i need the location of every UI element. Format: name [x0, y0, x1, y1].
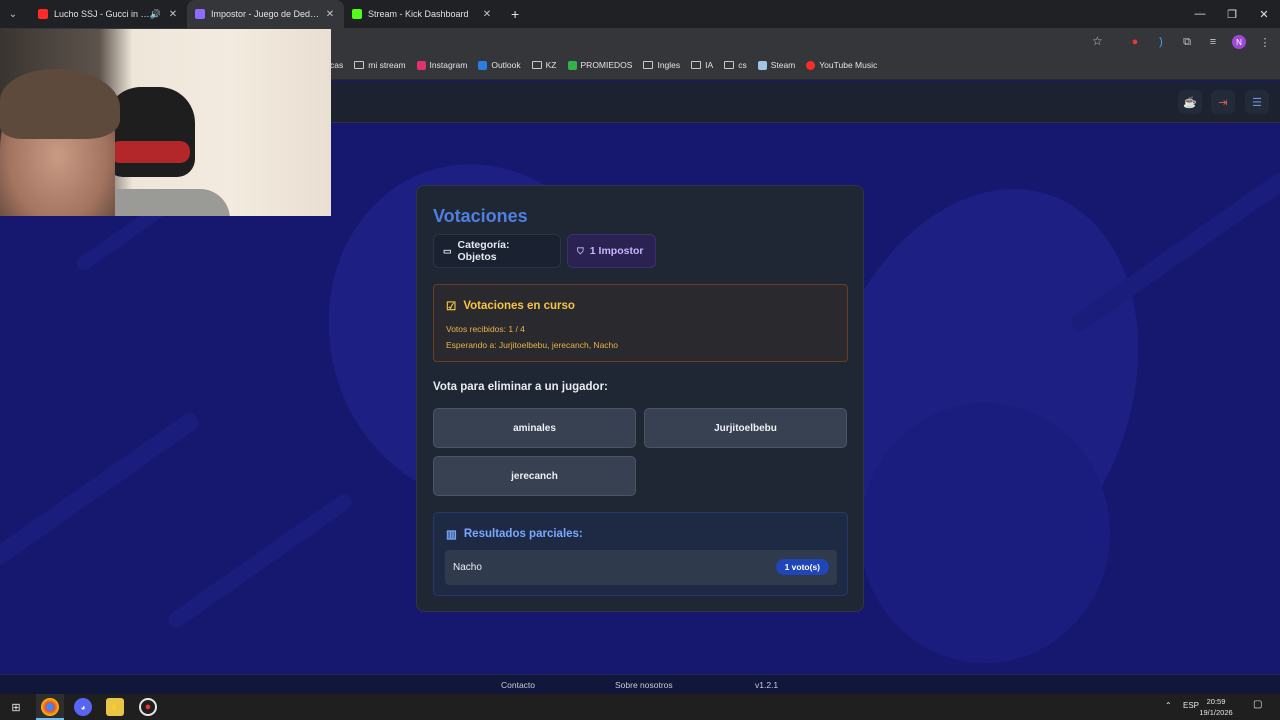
youtube-music-icon	[806, 60, 816, 70]
close-icon[interactable]: ✕	[167, 9, 179, 20]
bookmark-item[interactable]: Instagram	[416, 60, 467, 70]
tab-title: Impostor - Juego de Deducción	[211, 9, 324, 19]
stripe-shape	[165, 491, 355, 631]
window-controls: — ❐ ✕	[1184, 0, 1280, 28]
bookmark-item[interactable]: Steam	[757, 60, 795, 70]
discord-icon[interactable]: ◕	[74, 698, 92, 716]
impostor-count-chip: ⛉ 1 Impostor	[567, 234, 656, 268]
bar-chart-icon: ▥	[446, 529, 457, 541]
bookmark-star-icon[interactable]: ☆	[1092, 34, 1103, 48]
windows-start-icon[interactable]: ⊞	[7, 698, 25, 716]
result-player-name: Nacho	[453, 562, 482, 573]
waiting-for: Esperando a: Jurjitoelbebu, jerecanch, N…	[446, 340, 618, 350]
kick-icon	[352, 9, 362, 19]
folder-icon	[531, 61, 542, 69]
instagram-icon	[416, 60, 426, 70]
webcam-overlay	[0, 29, 331, 216]
vote-button-jurjitoelbebu[interactable]: Jurjitoelbebu	[644, 408, 847, 448]
close-icon[interactable]: ✕	[324, 9, 336, 20]
impostor-icon	[195, 9, 205, 19]
bookmark-folder[interactable]: KZ	[531, 60, 557, 70]
page-footer: Contacto Sobre nosotros v1.2.1	[0, 674, 1280, 694]
vote-prompt: Vota para eliminar a un jugador:	[433, 381, 608, 393]
tab-youtube[interactable]: Lucho SSJ - Gucci in 2006 ( 🔊 ✕	[30, 0, 187, 28]
tray-chevron-icon[interactable]: ⌃	[1165, 701, 1172, 710]
folder-icon	[691, 61, 702, 69]
clock[interactable]: 20:59 19/1/2026	[1196, 696, 1236, 718]
extensions-puzzle-icon[interactable]: ⧉	[1180, 35, 1194, 49]
stripe-shape	[0, 410, 202, 574]
folder-icon	[724, 61, 735, 69]
media-control-icon[interactable]: ≡	[1206, 35, 1220, 49]
mask-shape	[860, 403, 1110, 663]
windows-taskbar: ⊞ ◕ ⚡ ● ⌃ ESP 20:59 19/1/2026 ▢	[0, 694, 1280, 720]
voting-status-alert: ☑ Votaciones en curso Votos recibidos: 1…	[433, 284, 848, 362]
obs-icon[interactable]: ●	[139, 698, 157, 716]
shield-icon: ⛉	[577, 245, 584, 256]
profile-avatar[interactable]: N	[1232, 35, 1246, 49]
steam-icon	[757, 60, 767, 70]
result-row: Nacho 1 voto(s)	[445, 550, 837, 585]
app-icon[interactable]: ⚡	[106, 698, 124, 716]
vote-button-aminales[interactable]: aminales	[433, 408, 636, 448]
category-chip: ▭ Categoría: Objetos	[433, 234, 561, 268]
tab-kick[interactable]: Stream - Kick Dashboard ✕	[344, 0, 501, 28]
partial-results: ▥ Resultados parciales: Nacho 1 voto(s)	[433, 512, 848, 596]
page-title: Votaciones	[433, 206, 528, 226]
bookmark-folder[interactable]: cs	[724, 60, 747, 70]
version-label: v1.2.1	[755, 680, 779, 690]
tab-impostor[interactable]: Impostor - Juego de Deducción ✕	[187, 0, 344, 28]
contact-link[interactable]: Contacto	[501, 680, 535, 690]
minimize-icon[interactable]: —	[1184, 0, 1216, 28]
folder-icon	[643, 61, 654, 69]
speaker-icon[interactable]: 🔊	[150, 9, 161, 20]
bookmark-folder[interactable]: Ingles	[643, 60, 680, 70]
restore-icon[interactable]: ❐	[1216, 0, 1248, 28]
webcam-hair	[0, 69, 120, 139]
chrome-icon[interactable]	[41, 698, 59, 716]
close-window-icon[interactable]: ✕	[1248, 0, 1280, 28]
alert-title: ☑ Votaciones en curso	[446, 300, 575, 313]
webcam-chair-stripe	[110, 141, 190, 163]
menu-icon[interactable]: ☰	[1245, 90, 1269, 114]
logout-icon[interactable]: ⇥	[1211, 90, 1235, 114]
coffee-icon[interactable]: ☕	[1178, 90, 1202, 114]
votes-received: Votos recibidos: 1 / 4	[446, 324, 525, 334]
folder-icon	[354, 61, 365, 69]
record-extension-icon[interactable]: ●	[1128, 35, 1142, 49]
voting-card: Votaciones ▭ Categoría: Objetos ⛉ 1 Impo…	[416, 185, 864, 612]
notifications-icon[interactable]: ▢	[1253, 699, 1262, 710]
tab-title: Stream - Kick Dashboard	[368, 9, 469, 19]
youtube-icon	[38, 9, 48, 19]
folder-icon: ▭	[443, 245, 452, 256]
vote-count-badge: 1 voto(s)	[775, 559, 829, 575]
close-icon[interactable]: ✕	[481, 9, 493, 20]
more-menu-icon[interactable]: ⋮	[1258, 35, 1272, 49]
browser-tab-strip: ⌄ Lucho SSJ - Gucci in 2006 ( 🔊 ✕ Impost…	[0, 0, 1280, 28]
bookmark-item[interactable]: Outlook	[478, 60, 521, 70]
tab-title: Lucho SSJ - Gucci in 2006 (	[54, 9, 150, 19]
results-title: ▥ Resultados parciales:	[446, 528, 583, 541]
bookmark-folder[interactable]: mi stream	[354, 60, 406, 70]
extension-icons: ● ) ⧉ ≡ N ⋮	[1128, 35, 1272, 49]
bookmark-folder[interactable]: IA	[691, 60, 713, 70]
promiedos-icon	[567, 60, 577, 70]
bookmark-item[interactable]: PROMIEDOS	[567, 60, 632, 70]
outlook-icon	[478, 60, 488, 70]
audio-extension-icon[interactable]: )	[1154, 35, 1168, 49]
vote-button-jerecanch[interactable]: jerecanch	[433, 456, 636, 496]
tab-search-button[interactable]: ⌄	[4, 5, 22, 23]
bookmark-item[interactable]: cas	[330, 60, 343, 70]
new-tab-button[interactable]: +	[511, 6, 519, 22]
about-link[interactable]: Sobre nosotros	[615, 680, 673, 690]
ballot-box-icon: ☑	[446, 301, 457, 313]
bookmark-item[interactable]: YouTube Music	[806, 60, 877, 70]
